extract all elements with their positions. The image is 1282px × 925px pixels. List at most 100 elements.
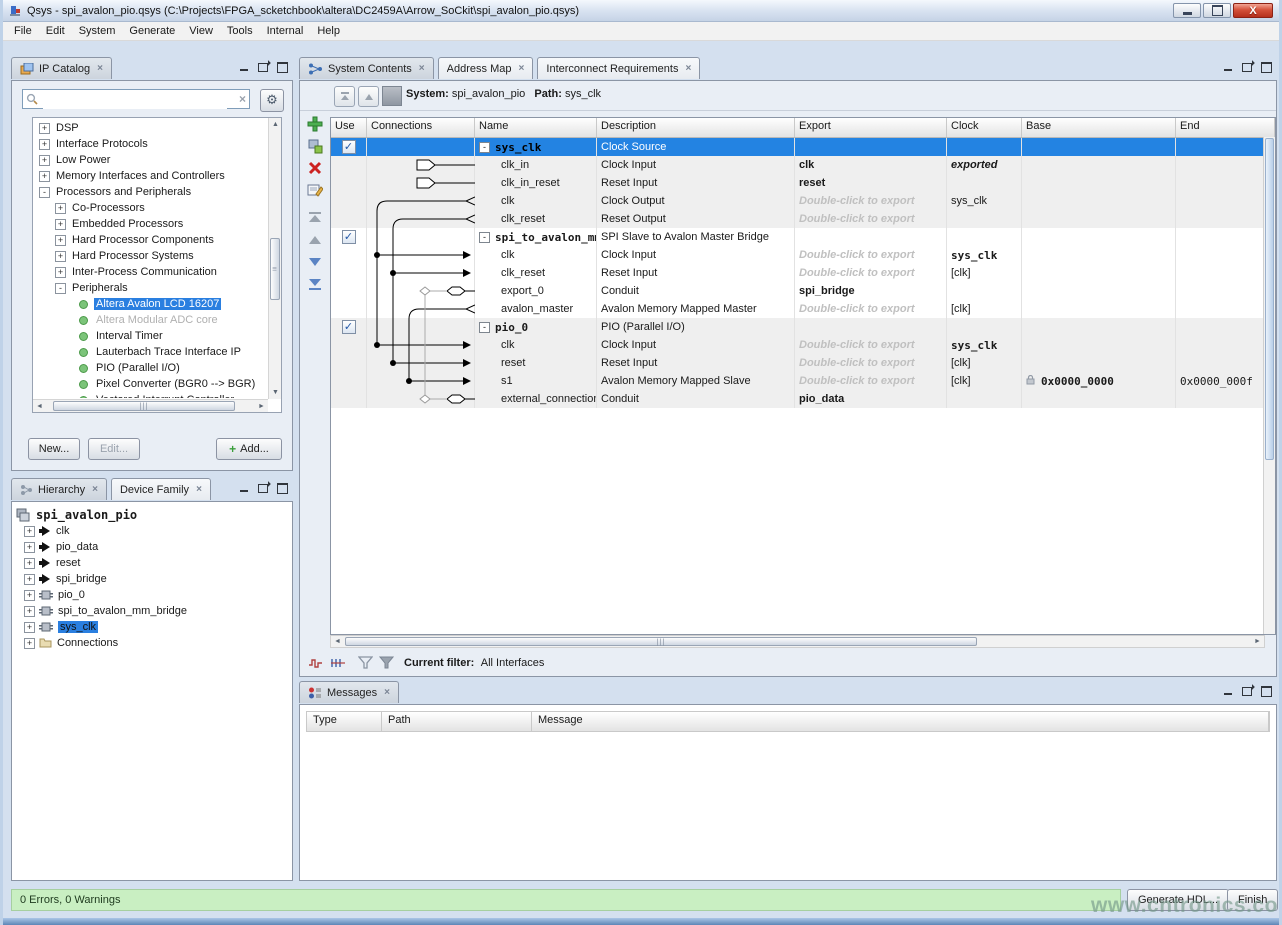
expand-icon[interactable]: + [24,574,35,585]
move-to-bottom-icon[interactable] [307,276,323,292]
scroll-right-icon[interactable]: ► [1251,635,1264,648]
scrollbar-thumb[interactable]: ||| [53,401,235,411]
scrollbar-thumb[interactable]: ≡ [270,238,280,300]
scrollbar-thumb[interactable] [1265,138,1274,460]
expand-icon[interactable]: + [55,235,66,246]
ip-tree-item[interactable]: Altera Modular ADC core [35,312,267,328]
expand-icon[interactable]: + [55,219,66,230]
expand-icon[interactable]: + [24,638,35,649]
base-address[interactable]: 0x0000_0000 [1041,375,1114,388]
export-hint[interactable]: Double-click to export [795,264,947,282]
export-hint[interactable]: Double-click to export [795,336,947,354]
col-path[interactable]: Path [382,712,532,731]
close-tab-icon[interactable]: × [196,484,202,495]
scroll-right-icon[interactable]: ► [255,400,268,413]
collapse-icon[interactable]: - [479,232,490,243]
table-horizontal-scrollbar[interactable]: ◄ ► ||| [330,635,1265,648]
edit-button[interactable]: Edit... [88,438,140,460]
col-name[interactable]: Name [475,118,597,137]
hierarchy-item[interactable]: +Connections [16,635,288,651]
ip-tree-item[interactable]: Pixel Converter (BGR0 --> BGR) [35,376,267,392]
ip-tree-item-selected[interactable]: Altera Avalon LCD 16207 [35,296,267,312]
expand-icon[interactable]: + [39,139,50,150]
duplicate-component-icon[interactable] [307,138,323,154]
col-base[interactable]: Base [1022,118,1176,137]
panel-minimize-icon[interactable] [238,482,251,494]
tab-hierarchy[interactable]: Hierarchy × [11,478,107,500]
ip-tree-item[interactable]: Lauterbach Trace Interface IP [35,344,267,360]
ip-tree-item[interactable]: +Hard Processor Components [35,232,267,248]
hierarchy-item-selected[interactable]: +sys_clk [16,619,288,635]
export-value[interactable]: spi_bridge [795,282,947,300]
expand-icon[interactable]: + [24,542,35,553]
tab-messages[interactable]: Messages × [299,681,399,703]
close-tab-icon[interactable]: × [97,63,103,74]
panel-minimize-icon[interactable] [1222,61,1235,73]
new-button[interactable]: New... [28,438,80,460]
ip-tree-item[interactable]: Interval Timer [35,328,267,344]
menu-generate[interactable]: Generate [122,24,182,38]
tab-address-map[interactable]: Address Map × [438,57,534,79]
export-value[interactable]: clk [795,156,947,174]
lock-icon[interactable] [1026,375,1035,388]
col-message[interactable]: Message [532,712,1269,731]
clear-search-icon[interactable]: × [239,92,246,106]
expand-icon[interactable]: + [24,558,35,569]
maximize-button[interactable] [1203,3,1231,18]
scroll-left-icon[interactable]: ◄ [33,400,46,413]
expand-icon[interactable]: + [55,267,66,278]
col-description[interactable]: Description [597,118,795,137]
scroll-down-icon[interactable]: ▼ [269,386,282,399]
expand-icon[interactable]: + [55,203,66,214]
scrollbar-thumb[interactable]: ||| [345,637,977,646]
menu-system[interactable]: System [72,24,123,38]
collapse-icon[interactable]: - [479,322,490,333]
expand-icon[interactable]: + [39,123,50,134]
expand-icon[interactable]: + [24,526,35,537]
col-use[interactable]: Use [331,118,367,137]
move-to-top-icon[interactable] [307,210,323,226]
export-hint[interactable]: Double-click to export [795,354,947,372]
hierarchy-item[interactable]: +clk [16,523,288,539]
menu-help[interactable]: Help [310,24,347,38]
col-type[interactable]: Type [307,712,382,731]
menu-tools[interactable]: Tools [220,24,260,38]
menu-view[interactable]: View [182,24,220,38]
ip-tree-item[interactable]: +Interface Protocols [35,136,267,152]
ip-tree-item[interactable]: +Hard Processor Systems [35,248,267,264]
panel-maximize-icon[interactable] [1260,61,1273,73]
close-tab-icon[interactable]: × [384,687,390,698]
panel-minimize-icon[interactable] [238,61,251,73]
ip-tree-item[interactable]: +Low Power [35,152,267,168]
horizontal-scrollbar[interactable]: ◄ ► ||| [33,399,268,412]
table-vertical-scrollbar[interactable] [1263,137,1275,634]
use-checkbox[interactable]: ✓ [331,318,367,336]
ip-tree-item[interactable]: Vectored Interrupt Controller [35,392,267,398]
ip-search-box[interactable]: × [22,89,250,109]
expand-icon[interactable]: + [39,171,50,182]
ip-tree-item[interactable]: +DSP [35,120,267,136]
panel-float-icon[interactable] [257,61,270,73]
search-input[interactable] [43,91,227,109]
col-export[interactable]: Export [795,118,947,137]
ip-tree-item[interactable]: +Embedded Processors [35,216,267,232]
minimize-button[interactable] [1173,3,1201,18]
expand-icon[interactable]: + [24,606,35,617]
move-top-button[interactable] [334,86,355,107]
tab-device-family[interactable]: Device Family × [111,478,211,500]
panel-maximize-icon[interactable] [1260,685,1273,697]
close-tab-icon[interactable]: × [685,63,691,74]
panel-float-icon[interactable] [257,482,270,494]
export-hint[interactable]: Double-click to export [795,192,947,210]
use-checkbox[interactable]: ✓ [331,228,367,246]
close-tab-icon[interactable]: × [419,63,425,74]
expand-icon[interactable]: + [24,622,35,633]
hierarchy-item[interactable]: +reset [16,555,288,571]
use-checkbox[interactable]: ✓ [331,138,367,156]
panel-maximize-icon[interactable] [276,61,289,73]
gear-icon[interactable]: ⚙ [260,89,284,112]
hierarchy-item[interactable]: +pio_data [16,539,288,555]
collapse-icon[interactable]: - [479,142,490,153]
hierarchy-item[interactable]: +spi_to_avalon_mm_bridge [16,603,288,619]
export-value[interactable]: pio_data [795,390,947,408]
